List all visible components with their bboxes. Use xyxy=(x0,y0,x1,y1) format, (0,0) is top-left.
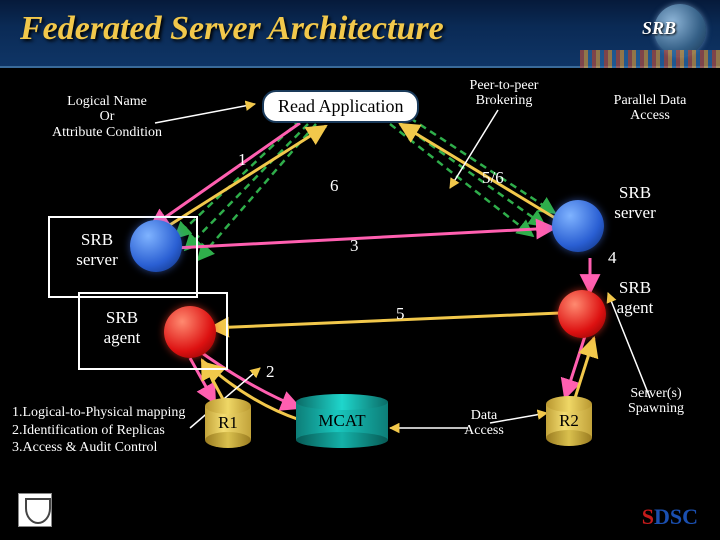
read-application-box: Read Application xyxy=(262,90,419,123)
srb-agent-right-label: SRBagent xyxy=(600,278,670,318)
step-4: 4 xyxy=(608,248,617,268)
mcat-db: MCAT xyxy=(296,394,388,448)
step-5-6: 5/6 xyxy=(482,168,504,188)
step-3: 3 xyxy=(350,236,359,256)
step-5: 5 xyxy=(396,304,405,324)
srb-agent-right-node xyxy=(558,290,606,338)
logical-name-label: Logical Name Or Attribute Condition xyxy=(42,94,172,140)
r2-resource: R2 xyxy=(546,396,592,446)
srb-server-right-label: SRBserver xyxy=(600,183,670,223)
data-access-label: DataAccess xyxy=(454,408,514,439)
p2p-label: Peer-to-peerBrokering xyxy=(454,78,554,109)
srb-globe-logo: SRB xyxy=(644,4,706,56)
step-6: 6 xyxy=(330,176,339,196)
slide-title: Federated Server Architecture xyxy=(0,0,720,48)
sdsc-logo: SDSC xyxy=(642,504,698,530)
srb-agent-left-node xyxy=(164,306,216,358)
r1-resource: R1 xyxy=(205,398,251,448)
step-1: 1 xyxy=(238,150,247,170)
step-2: 2 xyxy=(266,362,275,382)
slide-header: Federated Server Architecture SRB xyxy=(0,0,720,68)
mcat-functions-list: 1.Logical-to-Physical mapping 2.Identifi… xyxy=(12,404,185,457)
srb-server-left-node xyxy=(130,220,182,272)
srb-server-right-node xyxy=(552,200,604,252)
spawning-label: Server(s)Spawning xyxy=(616,386,696,417)
parallel-data-label: Parallel DataAccess xyxy=(600,93,700,124)
architecture-diagram: Logical Name Or Attribute Condition Read… xyxy=(0,68,720,488)
ucsd-logo xyxy=(18,493,52,532)
